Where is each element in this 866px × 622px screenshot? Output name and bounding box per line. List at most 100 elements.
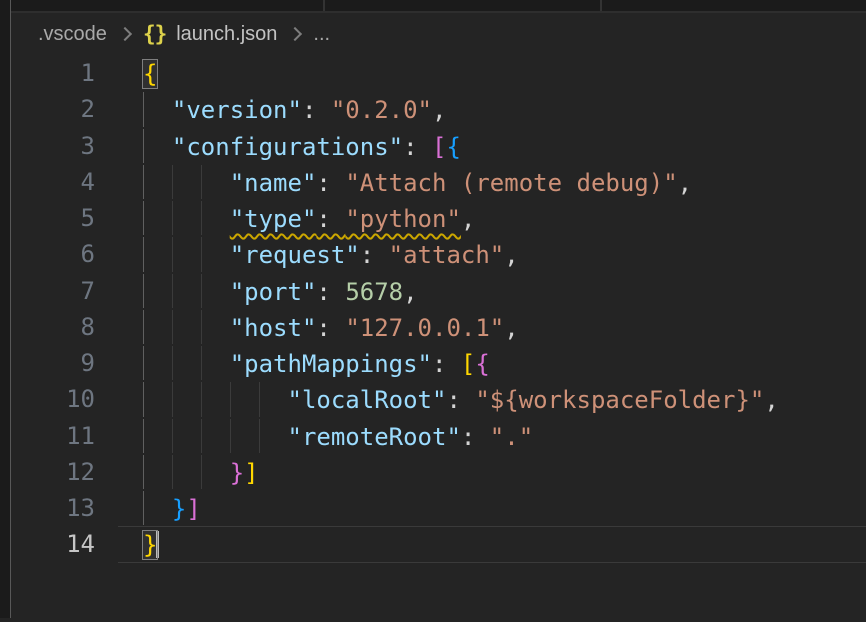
line-number[interactable]: 11	[11, 418, 118, 454]
code-line-content[interactable]: }]	[118, 490, 866, 526]
breadcrumb-file[interactable]: launch.json	[176, 23, 277, 46]
line-number[interactable]: 3	[11, 128, 118, 164]
line-number[interactable]: 4	[11, 164, 118, 200]
code-line[interactable]: 7 "port": 5678,	[11, 273, 866, 309]
line-number[interactable]: 2	[11, 91, 118, 127]
code-token: ,	[764, 386, 778, 414]
vscode-editor-window: .vscode {} launch.json ... 1{2 "version"…	[0, 0, 866, 622]
line-number[interactable]: 13	[11, 490, 118, 526]
code-token: "port"	[230, 278, 317, 306]
code-token: "remoteRoot"	[288, 423, 461, 451]
editor-tab[interactable]	[325, 0, 600, 11]
code-token: :	[316, 169, 345, 197]
code-token: :	[316, 205, 345, 233]
code-line-content[interactable]: {	[118, 55, 866, 91]
code-token: "request"	[230, 241, 360, 269]
code-token: "${workspaceFolder}"	[475, 386, 764, 414]
line-number[interactable]: 12	[11, 454, 118, 490]
code-token: :	[446, 386, 475, 414]
code-token: :	[316, 314, 345, 342]
code-token: ,	[504, 241, 518, 269]
editor-tab[interactable]	[11, 0, 323, 11]
line-number[interactable]: 5	[11, 200, 118, 236]
editor-tab[interactable]	[602, 0, 866, 11]
window-sash[interactable]	[0, 0, 11, 618]
code-line[interactable]: 13 }]	[11, 490, 866, 526]
code-line[interactable]: 1{	[11, 55, 866, 91]
code-token: }	[230, 459, 244, 487]
code-token: "0.2.0"	[331, 96, 432, 124]
code-line[interactable]: 11 "remoteRoot": "."	[11, 418, 866, 454]
code-line[interactable]: 10 "localRoot": "${workspaceFolder}",	[11, 381, 866, 417]
matched-bracket: {	[143, 60, 157, 88]
code-line-content[interactable]: "host": "127.0.0.1",	[118, 309, 866, 345]
line-number[interactable]: 14	[11, 526, 118, 562]
line-number[interactable]: 10	[11, 381, 118, 417]
line-number[interactable]: 6	[11, 236, 118, 272]
breadcrumb-folder[interactable]: .vscode	[38, 23, 107, 46]
code-token: [	[461, 350, 475, 378]
chevron-right-icon	[118, 27, 132, 41]
code-line[interactable]: 8 "host": "127.0.0.1",	[11, 309, 866, 345]
code-line-content[interactable]: }	[118, 526, 866, 562]
text-cursor	[156, 531, 159, 558]
code-token: "127.0.0.1"	[345, 314, 504, 342]
code-token: :	[461, 423, 490, 451]
code-token: {	[446, 133, 460, 161]
code-lines[interactable]: 1{2 "version": "0.2.0",3 "configurations…	[11, 55, 866, 563]
code-line[interactable]: 12 }]	[11, 454, 866, 490]
code-token: }	[172, 495, 186, 523]
code-token: "pathMappings"	[230, 350, 432, 378]
code-token: ,	[678, 169, 692, 197]
code-token: "name"	[230, 169, 317, 197]
code-line[interactable]: 4 "name": "Attach (remote debug)",	[11, 164, 866, 200]
code-line[interactable]: 3 "configurations": [{	[11, 128, 866, 164]
code-token: "python"	[345, 205, 461, 233]
code-token: {	[475, 350, 489, 378]
code-line[interactable]: 9 "pathMappings": [{	[11, 345, 866, 381]
code-token: ,	[504, 314, 518, 342]
code-token: "version"	[172, 96, 302, 124]
code-token: ]	[186, 495, 200, 523]
code-token: ,	[403, 278, 417, 306]
warning-squiggle: "type": "python"	[230, 205, 461, 233]
breadcrumb: .vscode {} launch.json ...	[11, 14, 866, 54]
code-line-content[interactable]: "pathMappings": [{	[118, 345, 866, 381]
line-number[interactable]: 8	[11, 309, 118, 345]
code-token: ]	[244, 459, 258, 487]
line-number[interactable]: 9	[11, 345, 118, 381]
line-number[interactable]: 7	[11, 273, 118, 309]
code-line[interactable]: 2 "version": "0.2.0",	[11, 91, 866, 127]
code-line[interactable]: 14}	[11, 526, 866, 562]
code-line-content[interactable]: "remoteRoot": "."	[118, 418, 866, 454]
code-line-content[interactable]: "version": "0.2.0",	[118, 91, 866, 127]
code-line-content[interactable]: "localRoot": "${workspaceFolder}",	[118, 381, 866, 417]
breadcrumb-symbol-ellipsis[interactable]: ...	[313, 23, 330, 46]
code-token: "configurations"	[172, 133, 403, 161]
code-token: :	[432, 350, 461, 378]
code-line-content[interactable]: "request": "attach",	[118, 236, 866, 272]
code-line-content[interactable]: "configurations": [{	[118, 128, 866, 164]
code-line[interactable]: 6 "request": "attach",	[11, 236, 866, 272]
code-token: "."	[490, 423, 533, 451]
code-line-content[interactable]: "type": "python",	[118, 200, 866, 236]
code-token: ,	[461, 205, 475, 233]
chevron-right-icon	[288, 27, 302, 41]
tab-strip	[11, 0, 866, 13]
code-line[interactable]: 5 "type": "python",	[11, 200, 866, 236]
code-token: "Attach (remote debug)"	[345, 169, 677, 197]
code-token: :	[316, 278, 345, 306]
code-token: :	[360, 241, 389, 269]
code-token: "type"	[230, 205, 317, 233]
code-token: :	[403, 133, 432, 161]
code-line-content[interactable]: "name": "Attach (remote debug)",	[118, 164, 866, 200]
code-token: [	[432, 133, 446, 161]
code-token: :	[302, 96, 331, 124]
code-token: "attach"	[389, 241, 505, 269]
json-file-icon: {}	[143, 22, 166, 46]
code-token: "host"	[230, 314, 317, 342]
matched-bracket: }	[143, 531, 157, 559]
line-number[interactable]: 1	[11, 55, 118, 91]
code-line-content[interactable]: }]	[118, 454, 866, 490]
code-line-content[interactable]: "port": 5678,	[118, 273, 866, 309]
